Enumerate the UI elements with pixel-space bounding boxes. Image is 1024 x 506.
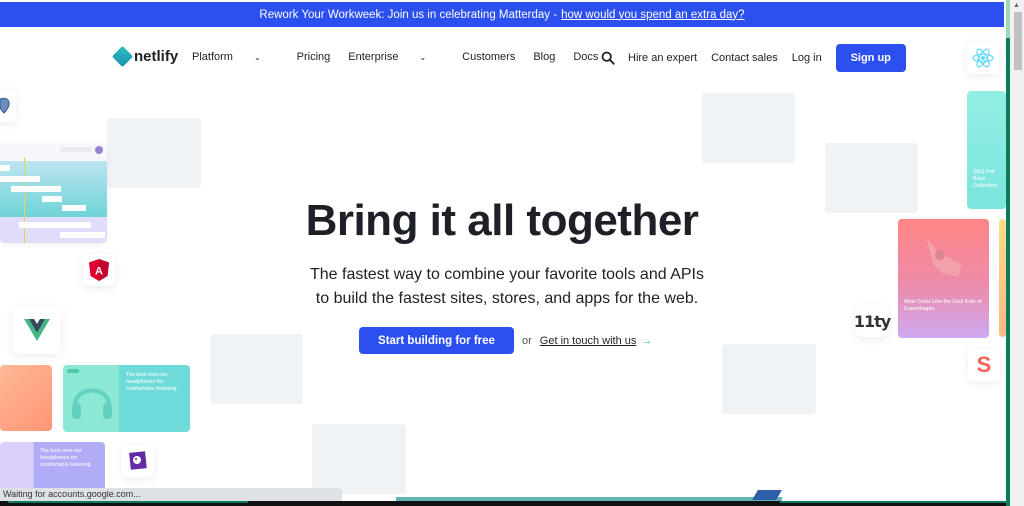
netlify-logo[interactable]: netlify: [111, 45, 179, 68]
datadog-icon: [129, 451, 147, 470]
announcement-link[interactable]: how would you spend an extra day?: [561, 9, 744, 21]
product-card-foil: Q&Q Foil Rose Collection: [967, 91, 1006, 209]
react-icon: [972, 48, 994, 68]
cta-row: Start building for free or Get in touch …: [359, 327, 652, 354]
nav-link-customers[interactable]: Customers: [462, 51, 515, 63]
react-tile: [967, 42, 999, 74]
placeholder-block: [312, 424, 406, 494]
get-in-touch-link[interactable]: Get in touch with us: [540, 335, 637, 347]
datadog-tile: [122, 445, 154, 477]
logo-text: netlify: [134, 48, 179, 65]
announcement-bar: Rework Your Workweek: Join us in celebra…: [0, 2, 1004, 27]
hero-subtitle: The fastest way to combine your favorite…: [0, 263, 1014, 311]
browser-status-bar: Waiting for accounts.google.com...: [0, 488, 342, 501]
placeholder-block: [722, 344, 816, 414]
placeholder-block: [107, 118, 201, 188]
product-card-headphones: The best over-ear headphones for comfort…: [63, 365, 190, 432]
cta-or-text: or: [522, 334, 532, 347]
arrow-right-icon: →: [641, 334, 653, 347]
start-building-button[interactable]: Start building for free: [359, 327, 514, 354]
nav-link-platform[interactable]: Platform ⌄: [192, 51, 279, 63]
product-card-orange: [0, 365, 52, 431]
netlify-logo-icon: [111, 45, 134, 68]
announcement-text: Rework Your Workweek: Join us in celebra…: [259, 8, 558, 21]
scrollbar-thumb[interactable]: [1014, 12, 1022, 70]
scrollbar-track[interactable]: [1010, 0, 1024, 506]
nav-link-label: Platform: [192, 51, 233, 63]
taskbar-indicator: [8, 501, 248, 503]
taskbar-indicator: [780, 501, 1006, 503]
nav-link-pricing[interactable]: Pricing: [297, 51, 331, 63]
eleventy-icon: 11ty: [853, 311, 891, 331]
hero-title: Bring it all together: [305, 196, 699, 245]
contact-sales-link[interactable]: Contact sales: [711, 52, 778, 64]
headphones-icon: [72, 388, 112, 419]
search-icon[interactable]: [601, 51, 615, 65]
signup-button[interactable]: Sign up: [835, 44, 906, 72]
chevron-down-icon: ⌄: [253, 52, 261, 62]
sanity-icon: S: [976, 352, 992, 377]
placeholder-block: [210, 334, 303, 404]
vue-icon: [24, 319, 50, 341]
nav-right: Hire an expert Contact sales Log in Sign…: [601, 44, 906, 72]
postgresql-tile: [0, 90, 16, 122]
vue-tile: [13, 306, 61, 354]
hero-subtitle-line: to build the fastest sites, stores, and …: [315, 290, 699, 307]
card-title: The best over-ear headphones for comfort…: [40, 448, 91, 468]
hire-expert-link[interactable]: Hire an expert: [628, 52, 697, 64]
nav-link-docs[interactable]: Docs: [573, 51, 598, 63]
login-link[interactable]: Log in: [792, 52, 822, 64]
placeholder-block: [702, 93, 795, 163]
card-title: Q&Q Foil Rose Collection: [973, 169, 998, 189]
sanity-tile: S: [968, 349, 1000, 381]
nav-link-blog[interactable]: Blog: [533, 51, 555, 63]
product-card-purple: The best over-ear headphones for comfort…: [0, 442, 105, 492]
nav-link-label: Enterprise: [348, 51, 399, 63]
card-title: The best over-ear headphones for comfort…: [126, 372, 177, 392]
hero-subtitle-line: The fastest way to combine your favorite…: [310, 266, 704, 283]
scroll-up-arrow-icon[interactable]: ▲: [1013, 2, 1020, 9]
postgresql-icon: [0, 97, 10, 114]
nav-links: Platform ⌄ Pricing Enterprise ⌄ Customers …: [192, 51, 616, 63]
nav-link-enterprise[interactable]: Enterprise ⌄: [348, 51, 444, 63]
main-nav: netlify Platform ⌄ Pricing Enterprise ⌄ Cu…: [0, 40, 1000, 76]
chevron-down-icon: ⌄: [419, 52, 427, 62]
